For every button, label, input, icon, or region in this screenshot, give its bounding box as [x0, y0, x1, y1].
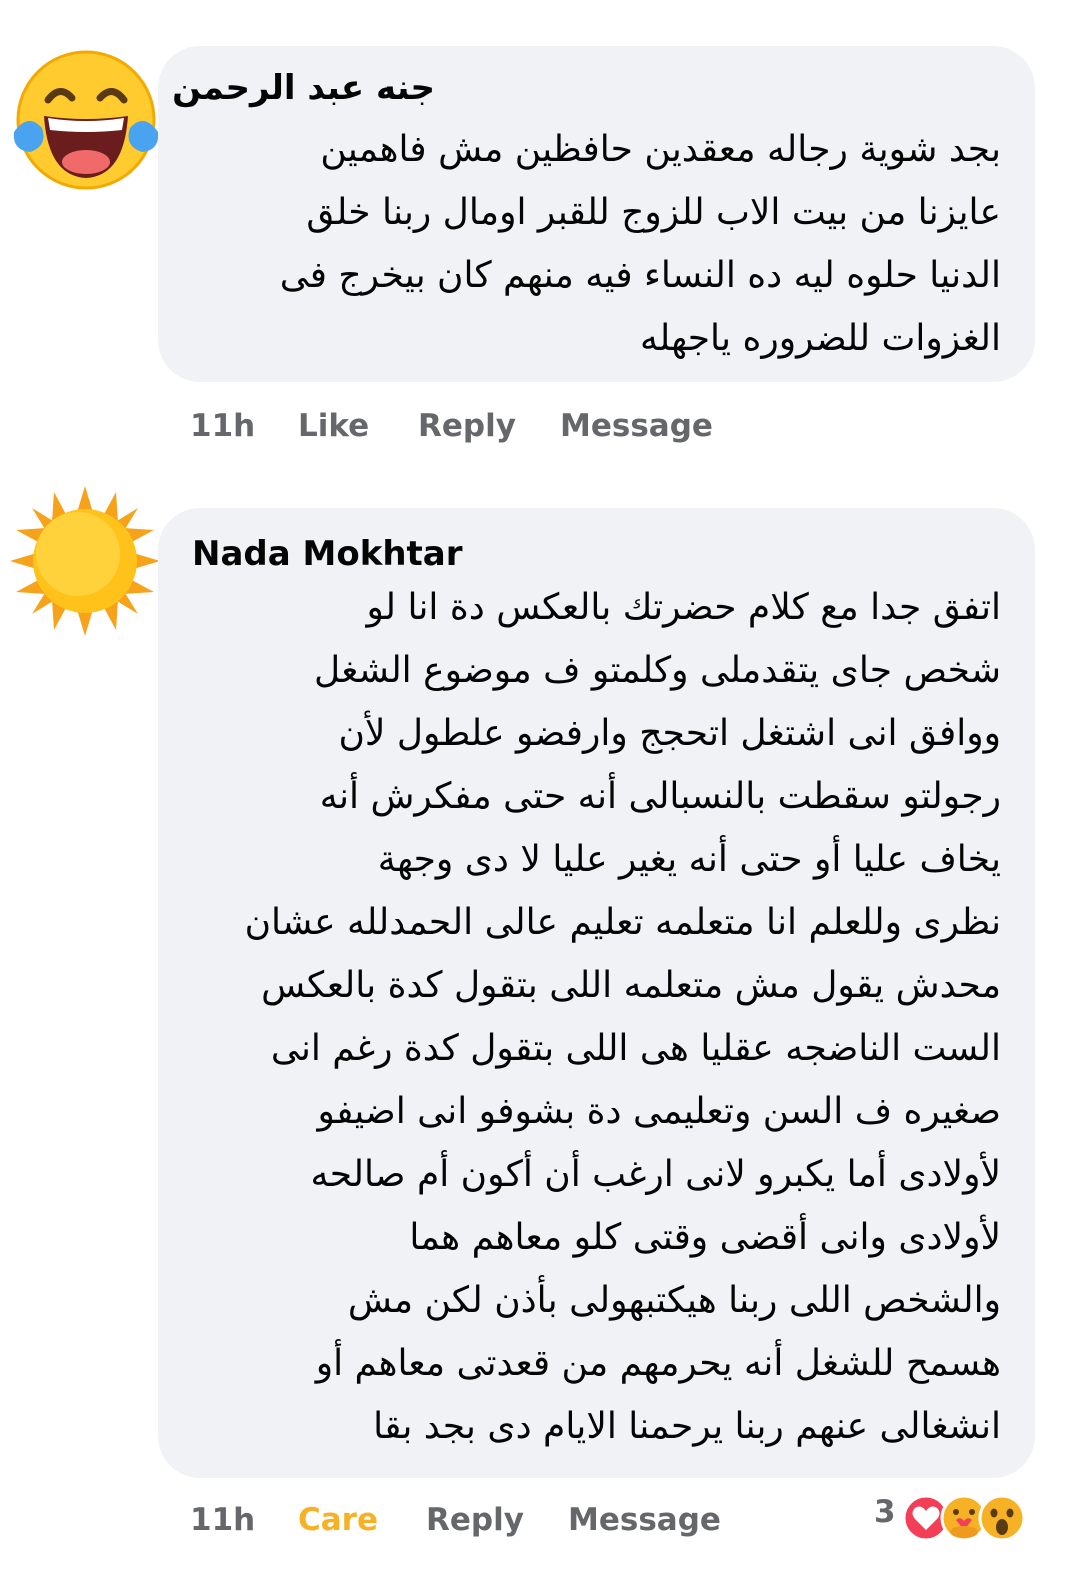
comment-text: بجد شوية رجاله معقدين حافظين مش فاهمين ع… [280, 118, 1001, 370]
comment-bubble: جنه عبد الرحمن بجد شوية رجاله معقدين حاف… [158, 46, 1035, 382]
reaction-count: 3 [874, 1494, 896, 1530]
message-button[interactable]: Message [560, 408, 713, 444]
care-reaction-button[interactable]: Care [298, 1502, 378, 1538]
comment-line: رجولتو سقطت بالنسبالى أنه حتى مفكرش أنه [319, 776, 1001, 817]
comment-line: يخاف عليا أو حتى أنه يغير عليا لا دى وجه… [377, 839, 1001, 880]
laughing-tears-emoji-icon [13, 50, 159, 190]
comment-line: الست الناضجه عقليا هى اللى بتقول كدة رغم… [270, 1028, 1001, 1069]
timestamp[interactable]: 11h [190, 408, 255, 444]
comment-line: محدش يقول مش متعلمه اللى بتقول كدة بالعك… [261, 965, 1001, 1006]
comment-line: انشغالى عنهم ربنا يرحمنا الايام دى بجد ب… [373, 1406, 1001, 1447]
comment-author[interactable]: Nada Mokhtar [192, 534, 463, 574]
comment-line: بجد شوية رجاله معقدين حافظين مش فاهمين [320, 129, 1001, 170]
comment-text: اتفق جدا مع كلام حضرتك بالعكس دة انا لو … [245, 576, 1001, 1458]
reactions-summary[interactable]: 3 [870, 1494, 1040, 1550]
comment-line: الدنيا حلوه ليه ده النساء فيه منهم كان ب… [279, 255, 1001, 296]
sun-emoji-icon [10, 486, 160, 636]
comment-line: صغيره ف السن وتعليمى دة بشوفو انى اضيفو [317, 1091, 1001, 1132]
comment-line: نظرى وللعلم انا متعلمه تعليم عالى الحمدل… [244, 902, 1001, 943]
reply-button[interactable]: Reply [426, 1502, 524, 1538]
comment-line: شخص جاى يتقدملى وكلمتو ف موضوع الشغل [313, 650, 1001, 691]
reply-button[interactable]: Reply [418, 408, 516, 444]
comment-line: عايزنا من بيت الاب للزوج للقبر اومال ربن… [306, 192, 1001, 233]
comment-actions: 11h Care Reply Message [190, 1502, 810, 1542]
comment-actions: 11h Like Reply Message [190, 408, 790, 448]
avatar[interactable] [8, 42, 164, 192]
comment-line: لأولادى أما يكبرو لانى ارغب أن أكون أم ص… [310, 1154, 1001, 1195]
comment-author[interactable]: جنه عبد الرحمن [172, 68, 435, 108]
comment-line: الغزوات للضروره ياجهله [639, 318, 1001, 359]
comment-line: ووافق انى اشتغل اتحجج وارفضو علطول لأن [338, 713, 1001, 754]
avatar[interactable] [6, 482, 164, 640]
comment-line: هسمح للشغل أنه يحرمهم من قعدتى معاهم أو [315, 1343, 1001, 1384]
like-button[interactable]: Like [298, 408, 369, 444]
timestamp[interactable]: 11h [190, 1502, 255, 1538]
comment-line: اتفق جدا مع كلام حضرتك بالعكس دة انا لو [366, 587, 1001, 628]
comment-bubble: Nada Mokhtar اتفق جدا مع كلام حضرتك بالع… [158, 508, 1035, 1478]
wow-icon [978, 1494, 1026, 1542]
comment-line: لأولادى وانى أقضى وقتى كلو معاهم هما [409, 1217, 1001, 1258]
message-button[interactable]: Message [568, 1502, 721, 1538]
comment-line: والشخص اللى ربنا هيكتبهولى بأذن لكن مش [347, 1280, 1001, 1321]
